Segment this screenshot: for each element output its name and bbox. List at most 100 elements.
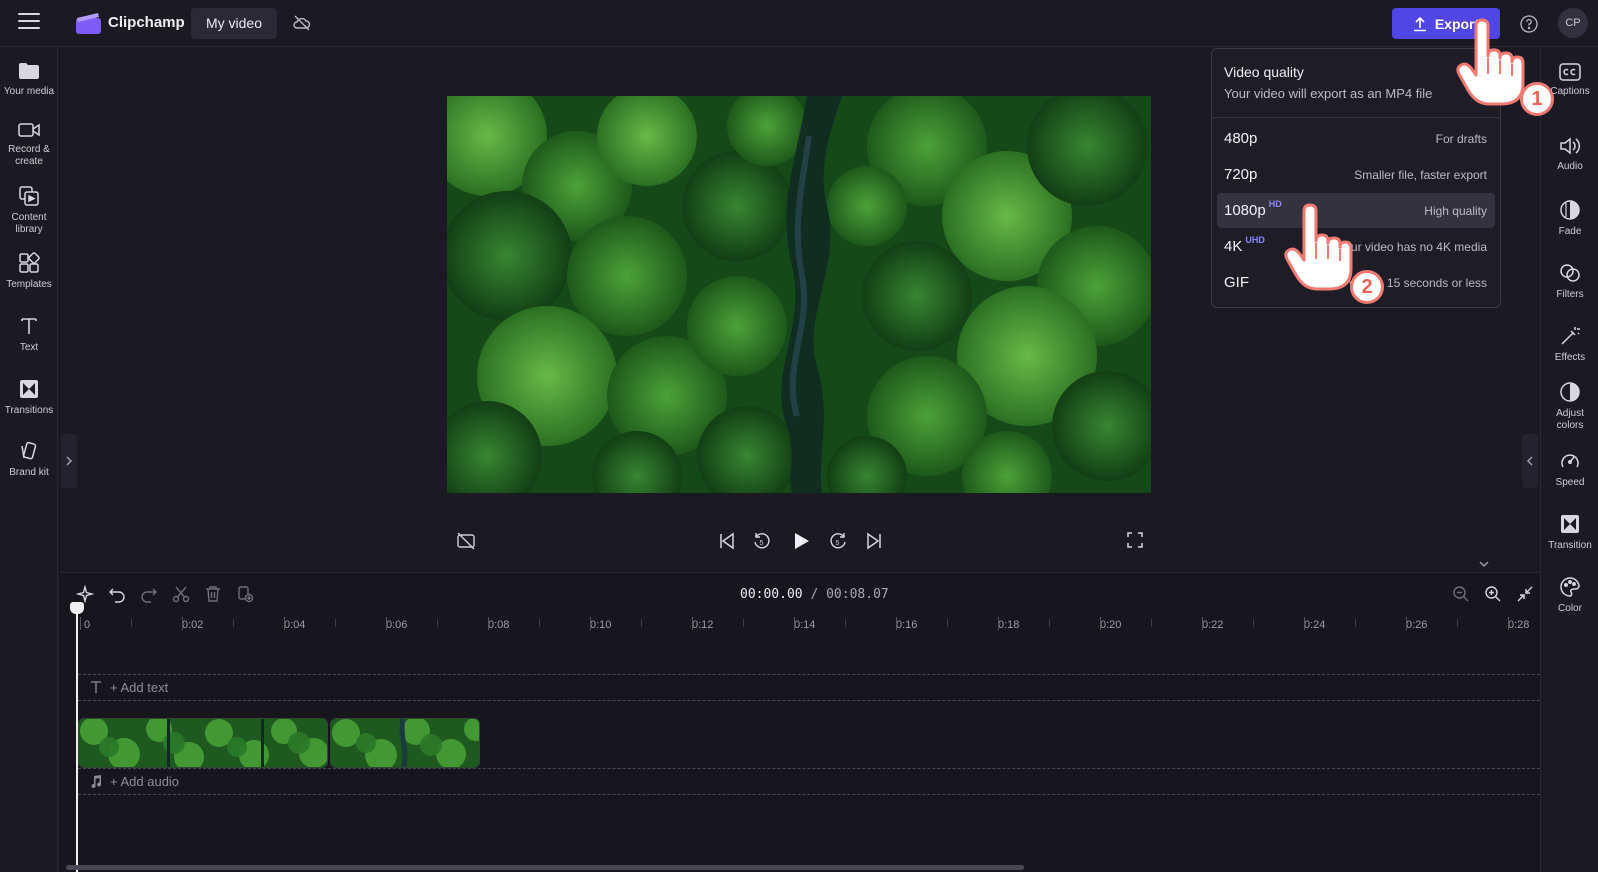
skip-forward-icon[interactable]: [865, 531, 883, 551]
ruler-tick: [1508, 617, 1509, 630]
sidebar-item-speed[interactable]: Speed: [1541, 450, 1598, 489]
ruler-tick: [1100, 617, 1101, 630]
zoom-out-icon[interactable]: [1452, 585, 1470, 603]
sidebar-item-label: Transition: [1548, 540, 1592, 551]
sidebar-item-transition[interactable]: Transition: [1541, 513, 1598, 552]
delete-icon[interactable]: [204, 585, 222, 603]
music-note-icon: [91, 775, 102, 788]
captions-off-icon[interactable]: [456, 531, 476, 551]
captions-icon: [1559, 63, 1581, 81]
dropdown-subtitle: Your video will export as an MP4 file: [1224, 86, 1433, 101]
ruler-tick: [182, 617, 183, 630]
sidebar-item-your-media[interactable]: Your media: [0, 61, 58, 98]
ruler-tick: [794, 617, 795, 630]
audio-track[interactable]: + Add audio: [78, 768, 1540, 795]
timeline-scrollbar[interactable]: [66, 865, 1024, 870]
sidebar-item-label: Effects: [1554, 352, 1586, 363]
ruler-label: 0:18: [998, 619, 1020, 631]
step-1-marker: 1: [1520, 82, 1554, 116]
add-media-icon[interactable]: [236, 585, 254, 603]
sidebar-item-label: Templates: [6, 279, 52, 290]
brand-kit-icon: [21, 441, 37, 460]
video-clip[interactable]: [78, 718, 328, 768]
quality-option-720p[interactable]: 720p Smaller file, faster export: [1217, 157, 1495, 192]
sidebar-item-adjust-colors[interactable]: Adjust colors: [1541, 381, 1598, 432]
video-preview[interactable]: [447, 96, 1151, 493]
chevron-down-icon[interactable]: [1478, 560, 1490, 568]
ruler-tick: [1304, 617, 1305, 630]
ruler-tick: [590, 617, 591, 630]
text-track[interactable]: + Add text: [78, 674, 1540, 701]
zoom-in-icon[interactable]: [1484, 585, 1502, 603]
redo-icon[interactable]: [140, 585, 158, 603]
pointer-hand-icon: [1456, 18, 1525, 106]
avatar[interactable]: CP: [1558, 8, 1588, 38]
sidebar-item-effects[interactable]: Effects: [1541, 325, 1598, 364]
ruler-label: 0:02: [182, 619, 204, 631]
sidebar-item-transitions[interactable]: Transitions: [0, 378, 58, 417]
video-clip[interactable]: [330, 718, 480, 768]
sidebar-item-brand-kit[interactable]: Brand kit: [0, 440, 58, 479]
palette-icon: [1560, 577, 1580, 597]
hd-badge: HD: [1268, 199, 1282, 209]
skip-back-icon[interactable]: [718, 531, 736, 551]
quality-option-1080p[interactable]: 1080p HD High quality: [1217, 193, 1495, 228]
option-description: For drafts: [1435, 132, 1487, 146]
clip-thumbnails: [331, 719, 479, 767]
ruler-tick: [284, 617, 285, 630]
sidebar-item-text[interactable]: Text: [0, 315, 58, 354]
quality-option-480p[interactable]: 480p For drafts: [1217, 121, 1495, 156]
collapse-right-panel-button[interactable]: [1522, 434, 1538, 488]
forward-5s-icon[interactable]: 5: [828, 531, 848, 551]
effects-icon: [1561, 327, 1580, 345]
uhd-badge: UHD: [1245, 235, 1265, 245]
play-icon[interactable]: [791, 531, 811, 551]
playhead[interactable]: [76, 608, 78, 872]
ruler-tick: [233, 619, 234, 627]
fit-timeline-icon[interactable]: [1516, 585, 1534, 603]
fullscreen-icon[interactable]: [1126, 531, 1144, 549]
chevron-left-icon: [1526, 456, 1533, 466]
sidebar-item-label: Text: [19, 342, 39, 353]
ruler-tick: [539, 619, 540, 627]
sidebar-item-templates[interactable]: Templates: [0, 252, 58, 291]
current-time: 00:00.00: [740, 587, 803, 602]
ruler-label: 0:16: [896, 619, 918, 631]
quality-option-4k[interactable]: 4K UHD Your video has no 4K media: [1217, 229, 1495, 264]
undo-icon[interactable]: [108, 585, 126, 603]
menu-icon[interactable]: [18, 13, 40, 33]
expand-left-panel-button[interactable]: [61, 434, 77, 488]
ruler-tick: [1202, 617, 1203, 630]
add-text-label: + Add text: [110, 680, 169, 695]
ruler-tick: [386, 617, 387, 630]
ruler-label: 0:24: [1304, 619, 1326, 631]
ruler-tick: [335, 619, 336, 627]
library-icon: [19, 186, 39, 206]
option-resolution: 4K: [1224, 238, 1243, 255]
cloud-off-icon[interactable]: [292, 13, 312, 33]
clipchamp-logo-icon: [76, 13, 101, 34]
sidebar-item-audio[interactable]: Audio: [1541, 136, 1598, 173]
fade-icon: [1560, 200, 1580, 220]
sidebar-item-fade[interactable]: Fade: [1541, 199, 1598, 238]
sidebar-item-content-library[interactable]: Content library: [0, 185, 58, 236]
total-duration: / 00:08.07: [810, 587, 889, 602]
sidebar-item-label: Filters: [1556, 289, 1584, 300]
left-sidebar: Your media Record & create Content libra…: [0, 47, 58, 872]
rewind-5s-icon[interactable]: 5: [752, 531, 772, 551]
templates-icon: [19, 252, 40, 273]
ruler-tick: [641, 619, 642, 627]
sidebar-item-color[interactable]: Color: [1541, 576, 1598, 615]
sidebar-item-record-create[interactable]: Record & create: [0, 121, 58, 168]
ruler-tick: [896, 617, 897, 630]
ruler-label: 0:14: [794, 619, 816, 631]
ruler-label: 0:06: [386, 619, 408, 631]
ruler-tick: [1151, 619, 1152, 627]
sidebar-item-filters[interactable]: Filters: [1541, 262, 1598, 301]
sidebar-item-label: Adjust colors: [1556, 408, 1584, 431]
split-icon[interactable]: [172, 585, 190, 603]
timeline-panel: 00:00.00 / 00:08.07 0 0:02 0:04 0:06 0:0…: [60, 572, 1540, 872]
forest-aerial-image: [447, 96, 1151, 493]
project-title-field[interactable]: My video: [191, 8, 277, 39]
magic-edit-icon[interactable]: [76, 585, 94, 603]
